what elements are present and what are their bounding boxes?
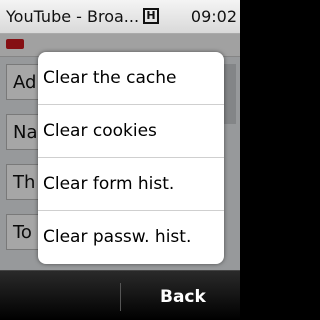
window-title: YouTube - Broa... xyxy=(6,7,140,26)
menu-item-clear-cache[interactable]: Clear the cache xyxy=(38,52,224,105)
softkey-divider xyxy=(120,283,121,311)
back-button[interactable]: Back xyxy=(160,287,206,307)
menu-item-clear-form-history[interactable]: Clear form hist. xyxy=(38,158,224,211)
hsdpa-icon: H xyxy=(143,8,159,24)
menu-item-clear-password-history[interactable]: Clear passw. hist. xyxy=(38,211,224,264)
menu-item-clear-cookies[interactable]: Clear cookies xyxy=(38,105,224,158)
status-bar: YouTube - Broa... H 09:02 xyxy=(0,0,240,34)
clear-data-menu: Clear the cache Clear cookies Clear form… xyxy=(38,52,224,264)
softkey-bar: Back xyxy=(0,270,240,320)
clock: 09:02 xyxy=(190,7,237,26)
